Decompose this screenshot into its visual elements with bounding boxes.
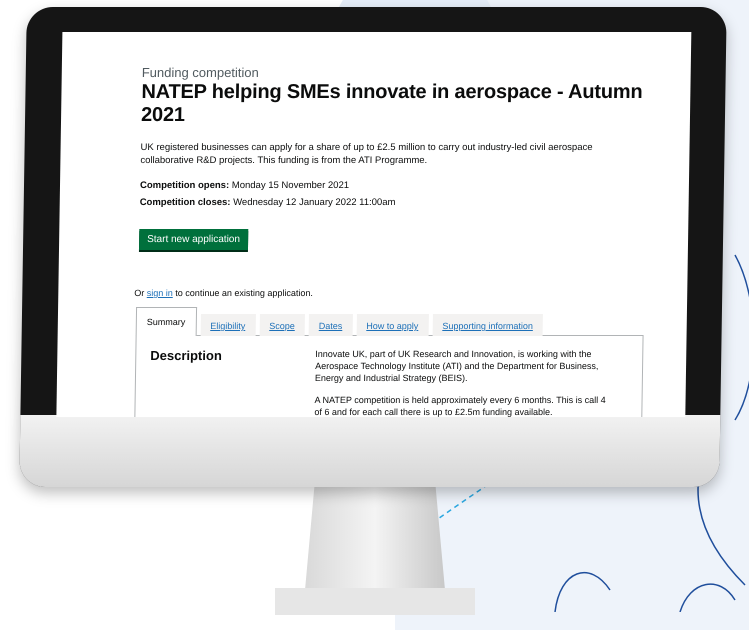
closes-label: Competition closes: (139, 196, 231, 208)
opens-label: Competition opens: (139, 179, 230, 191)
monitor: Funding competition NATEP helping SMEs i… (19, 6, 727, 488)
competition-closes: Competition closes: Wednesday 12 January… (140, 196, 680, 209)
intro-text: UK registered businesses can apply for a… (140, 141, 593, 166)
page-caption: Funding competition (141, 64, 259, 80)
opens-value: Monday 15 November 2021 (231, 179, 350, 191)
monitor-stand (275, 480, 475, 615)
signin-line: Or sign in to continue an existing appli… (134, 288, 678, 298)
monitor-chin (19, 415, 721, 488)
tab-supporting-information[interactable]: Supporting information (432, 314, 544, 337)
page-title: NATEP helping SMEs innovate in aerospace… (140, 80, 643, 126)
signin-prefix: Or (134, 288, 145, 299)
description-heading: Description (150, 348, 222, 364)
competition-page: Funding competition NATEP helping SMEs i… (133, 64, 682, 418)
tab-how-to-apply[interactable]: How to apply (356, 314, 429, 337)
description-paragraph: Innovate UK, part of UK Research and Inn… (314, 349, 599, 384)
competition-opens: Competition opens: Monday 15 November 20… (140, 179, 680, 192)
description-paragraph: A NATEP competition is held approximatel… (314, 395, 606, 418)
tab-list: Summary Eligibility Scope Dates How to a… (135, 307, 644, 337)
tab-scope[interactable]: Scope (259, 314, 306, 337)
sign-in-link[interactable]: sign in (147, 288, 173, 298)
closes-value: Wednesday 12 January 2022 11:00am (233, 196, 396, 208)
screen: Funding competition NATEP helping SMEs i… (56, 31, 692, 418)
signin-suffix: to continue an existing application. (175, 288, 314, 299)
tabs: Summary Eligibility Scope Dates How to a… (133, 307, 644, 418)
start-new-application-button[interactable]: Start new application (138, 228, 249, 251)
tab-panel-summary: Description Innovate UK, part of UK Rese… (133, 335, 644, 418)
tab-dates[interactable]: Dates (308, 314, 353, 337)
tab-summary[interactable]: Summary (135, 307, 197, 337)
tab-eligibility[interactable]: Eligibility (200, 314, 256, 337)
description-body: Innovate UK, part of UK Research and Inn… (314, 348, 616, 417)
